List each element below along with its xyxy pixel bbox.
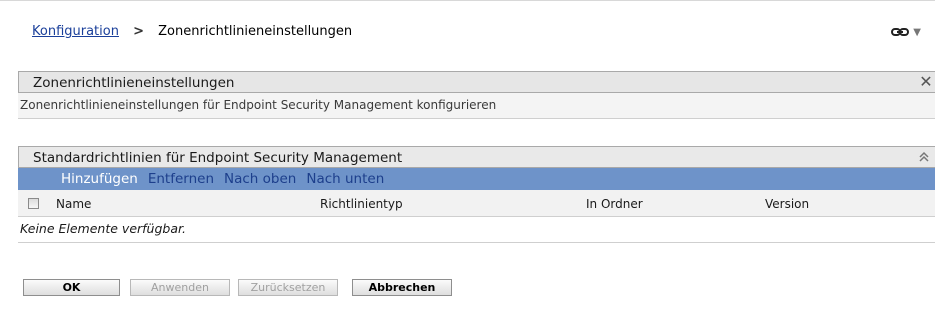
settings-panel-description: Zonenrichtlinieneinstellungen für Endpoi… <box>18 93 935 119</box>
column-header-name[interactable]: Name <box>56 196 91 212</box>
settings-panel-title: Zonenrichtlinieneinstellungen <box>33 75 235 91</box>
ok-button[interactable]: OK <box>23 279 120 296</box>
cancel-button[interactable]: Abbrechen <box>352 279 452 296</box>
chevron-down-icon: ▼ <box>913 26 921 38</box>
reset-button[interactable]: Zurücksetzen <box>238 279 338 296</box>
move-up-button[interactable]: Nach oben <box>224 170 296 188</box>
page: Konfiguration > Zonenrichtlinieneinstell… <box>0 0 935 318</box>
select-all-checkbox[interactable] <box>28 198 39 209</box>
settings-panel-header: Zonenrichtlinieneinstellungen ✕ <box>18 71 935 93</box>
breadcrumb: Konfiguration > Zonenrichtlinieneinstell… <box>32 23 352 41</box>
policies-toolbar: Hinzufügen Entfernen Nach oben Nach unte… <box>18 168 935 190</box>
empty-table-row: Keine Elemente verfügbar. <box>18 217 935 243</box>
link-menu[interactable]: ▼ <box>891 23 921 41</box>
add-button[interactable]: Hinzufügen <box>61 170 138 188</box>
link-icon <box>891 28 910 36</box>
policies-panel-header: Standardrichtlinien für Endpoint Securit… <box>18 146 935 168</box>
settings-panel: Zonenrichtlinieneinstellungen ✕ Zonenric… <box>18 71 935 119</box>
breadcrumb-link-configuration[interactable]: Konfiguration <box>32 24 119 39</box>
table-header: Name Richtlinientyp In Ordner Version <box>18 190 935 217</box>
policies-panel: Standardrichtlinien für Endpoint Securit… <box>18 146 935 243</box>
remove-button[interactable]: Entfernen <box>148 170 214 188</box>
close-icon[interactable]: ✕ <box>918 73 934 91</box>
breadcrumb-current: Zonenrichtlinieneinstellungen <box>158 24 353 39</box>
column-header-version[interactable]: Version <box>765 196 809 212</box>
empty-message: Keine Elemente verfügbar. <box>20 221 186 236</box>
description-text: Zonenrichtlinieneinstellungen für Endpoi… <box>20 98 497 112</box>
apply-button[interactable]: Anwenden <box>130 279 230 296</box>
breadcrumb-separator: > <box>133 24 145 39</box>
column-header-in-folder[interactable]: In Ordner <box>586 196 643 212</box>
move-down-button[interactable]: Nach unten <box>306 170 384 188</box>
policies-panel-title: Standardrichtlinien für Endpoint Securit… <box>33 150 403 166</box>
column-header-policy-type[interactable]: Richtlinientyp <box>320 196 403 212</box>
top-divider <box>0 0 935 1</box>
double-chevron-up-icon[interactable] <box>917 150 931 164</box>
